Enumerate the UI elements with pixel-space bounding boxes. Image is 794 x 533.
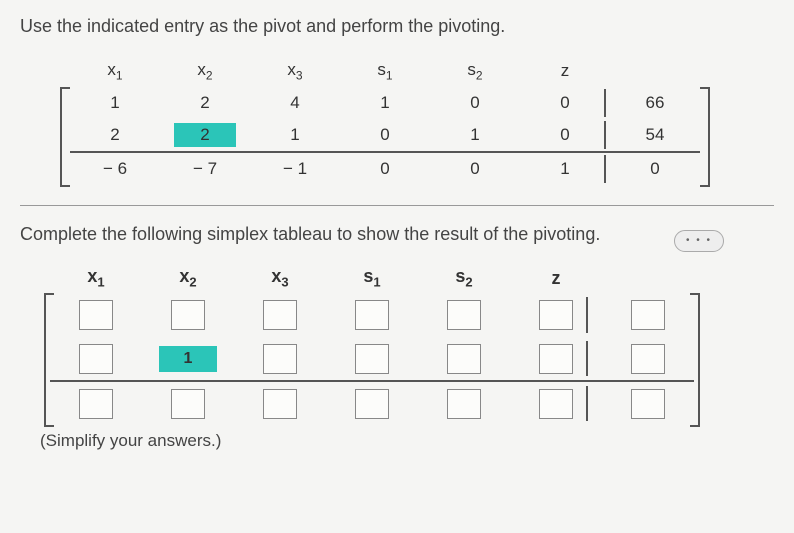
aug-divider-icon xyxy=(586,386,588,421)
t1-r3-s2: 0 xyxy=(430,153,520,185)
more-options-button[interactable]: • • • xyxy=(674,230,724,252)
t2-r2-x2-fixed: 1 xyxy=(179,350,197,368)
t1-r1-s2: 0 xyxy=(430,87,520,119)
t2-r1-s1-input[interactable] xyxy=(355,300,389,330)
t2-r3-s2-input[interactable] xyxy=(447,389,481,419)
tableau1-row-3: − 6 − 7 − 1 0 0 1 0 xyxy=(70,153,700,185)
tableau2-row-3 xyxy=(50,381,694,425)
t1-r3-x2: − 7 xyxy=(160,153,250,185)
t2-r1-x2-input[interactable] xyxy=(171,300,205,330)
question-prompt-2: Complete the following simplex tableau t… xyxy=(20,224,774,245)
t2-r3-x3-input[interactable] xyxy=(263,389,297,419)
t1-r1-x2: 2 xyxy=(160,87,250,119)
t1-r2-z: 0 xyxy=(520,119,610,151)
t2-r2-x3-input[interactable] xyxy=(263,344,297,374)
t2-r3-x2-input[interactable] xyxy=(171,389,205,419)
tableau1-header-row: x1 x2 x3 s1 s2 z xyxy=(70,55,700,87)
t2-r2-z-input[interactable] xyxy=(539,344,573,374)
col-header-s2: s2 xyxy=(430,55,520,87)
t1-r3-s1: 0 xyxy=(340,153,430,185)
t2-r2-s1-input[interactable] xyxy=(355,344,389,374)
t1-r2-x3: 1 xyxy=(250,119,340,151)
t2-r1-s2-input[interactable] xyxy=(447,300,481,330)
t1-r3-rhs: 0 xyxy=(610,153,700,185)
t1-r2-x1: 2 xyxy=(70,119,160,151)
t1-r2-s2: 1 xyxy=(430,119,520,151)
t2-r3-rhs-input[interactable] xyxy=(631,389,665,419)
aug-divider-icon xyxy=(604,155,606,183)
aug-divider-icon xyxy=(586,297,588,333)
t2-r3-z-input[interactable] xyxy=(539,389,573,419)
t1-r1-z: 0 xyxy=(520,87,610,119)
section-divider xyxy=(20,205,774,206)
t1-r1-rhs: 66 xyxy=(610,87,700,119)
tableau-1: x1 x2 x3 s1 s2 z 1 2 4 1 0 0 66 2 2 1 0 … xyxy=(70,55,774,185)
t1-r2-rhs: 54 xyxy=(610,119,700,151)
aug-divider-icon xyxy=(604,89,606,117)
col-header-x3: x3 xyxy=(250,55,340,87)
t2-r2-x1-input[interactable] xyxy=(79,344,113,374)
t1-r2-x2-pivot: 2 xyxy=(160,119,250,151)
right-bracket-icon xyxy=(700,87,710,187)
t2-r1-x3-input[interactable] xyxy=(263,300,297,330)
col-header-z: z xyxy=(520,55,610,87)
t1-r3-x3: − 1 xyxy=(250,153,340,185)
col-header-rhs xyxy=(610,55,700,87)
t2-r1-x1-input[interactable] xyxy=(79,300,113,330)
t2-r2-s2-input[interactable] xyxy=(447,344,481,374)
col2-header-s1: s1 xyxy=(326,263,418,293)
pivot-highlight: 2 xyxy=(174,123,235,147)
col2-header-x3: x3 xyxy=(234,263,326,293)
tableau2-row-1 xyxy=(50,293,694,337)
col2-header-rhs xyxy=(602,263,694,293)
t2-r2-rhs-input[interactable] xyxy=(631,344,665,374)
col2-header-x1: x1 xyxy=(50,263,142,293)
tableau-2: x1 x2 x3 s1 s2 z 1 xyxy=(50,263,774,425)
question-prompt-1: Use the indicated entry as the pivot and… xyxy=(20,16,774,37)
t1-r2-s1: 0 xyxy=(340,119,430,151)
t1-r1-x3: 4 xyxy=(250,87,340,119)
col-header-x1: x1 xyxy=(70,55,160,87)
pivot-highlight: 1 xyxy=(159,346,217,372)
t2-r1-z-input[interactable] xyxy=(539,300,573,330)
simplify-instruction: (Simplify your answers.) xyxy=(40,431,774,451)
tableau2-row-2: 1 xyxy=(50,337,694,381)
col2-header-s2: s2 xyxy=(418,263,510,293)
col2-header-z: z xyxy=(510,263,602,293)
tableau2-header-row: x1 x2 x3 s1 s2 z xyxy=(50,263,694,293)
col-header-x2: x2 xyxy=(160,55,250,87)
aug-divider-icon xyxy=(604,121,606,149)
t1-r1-s1: 1 xyxy=(340,87,430,119)
left-bracket-icon xyxy=(60,87,70,187)
t1-r1-x1: 1 xyxy=(70,87,160,119)
col-header-s1: s1 xyxy=(340,55,430,87)
t2-r3-x1-input[interactable] xyxy=(79,389,113,419)
t2-r1-rhs-input[interactable] xyxy=(631,300,665,330)
t1-r3-x1: − 6 xyxy=(70,153,160,185)
tableau1-row-1: 1 2 4 1 0 0 66 xyxy=(70,87,700,119)
t2-r3-s1-input[interactable] xyxy=(355,389,389,419)
t1-r3-z: 1 xyxy=(520,153,610,185)
aug-divider-icon xyxy=(586,341,588,376)
tableau1-row-2: 2 2 1 0 1 0 54 xyxy=(70,119,700,151)
col2-header-x2: x2 xyxy=(142,263,234,293)
